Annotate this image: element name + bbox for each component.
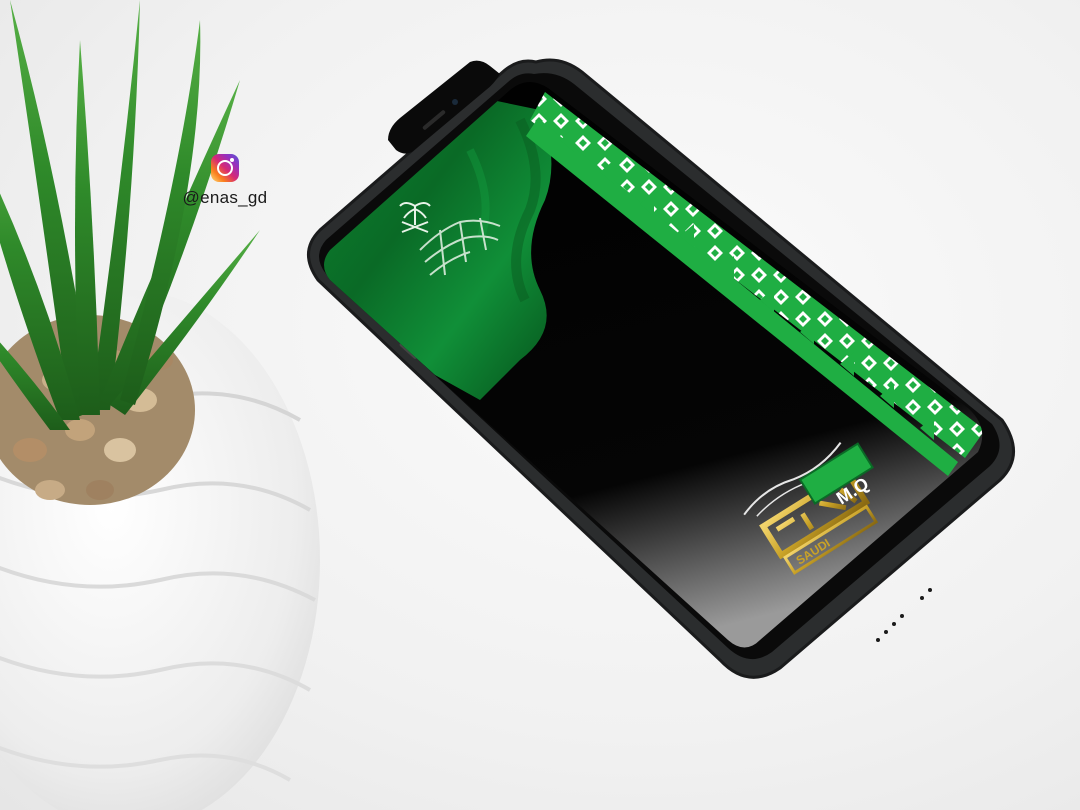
instagram-icon[interactable] xyxy=(211,154,239,182)
front-camera xyxy=(452,99,458,105)
instagram-handle: @enas_gd xyxy=(150,154,300,208)
handle-text[interactable]: @enas_gd xyxy=(183,188,268,208)
scene: M.Q SAUDI xyxy=(0,0,1015,810)
